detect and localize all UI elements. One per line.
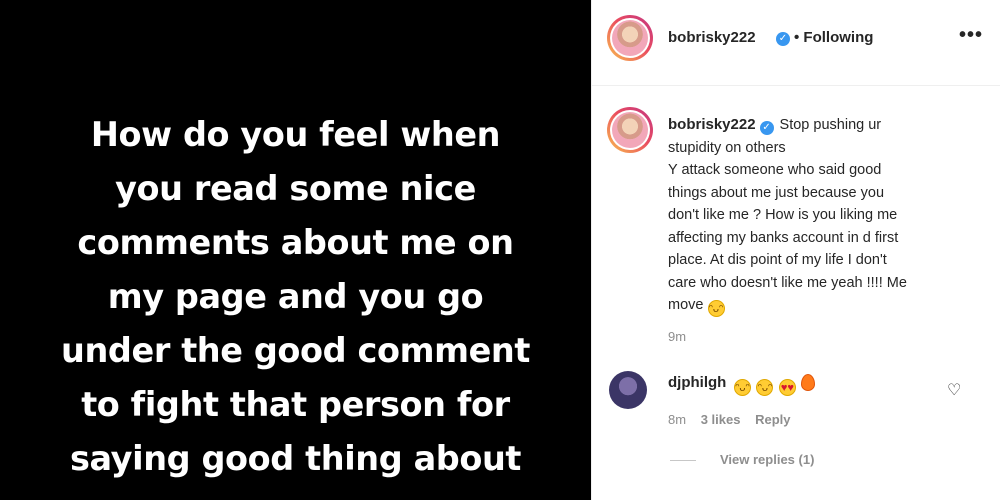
following-button[interactable]: • Following xyxy=(794,29,873,46)
comment-meta: 8m 3 likes Reply xyxy=(668,412,801,427)
avatar-photo xyxy=(612,20,648,56)
post-image-text-line: you read some nice xyxy=(115,169,476,208)
post-image-text-line: my page and you go xyxy=(107,277,484,316)
caption: bobrisky222 ✓ Stop pushing ur stupidity on… xyxy=(668,114,968,317)
comment-likes[interactable]: 3 likes xyxy=(701,412,741,427)
caption-text: place. At dis point of my life I don't xyxy=(668,252,887,268)
verified-badge-icon: ✓ xyxy=(759,121,774,135)
post-image-text: How do you feel when you read some nice … xyxy=(0,108,591,486)
laughing-emoji-icon: ᵔᴗᵔ xyxy=(756,379,774,396)
laughing-emoji-icon: ᵔᴗᵔ xyxy=(734,379,751,396)
more-options-icon[interactable]: ••• xyxy=(959,24,983,47)
post-image-text-line: comments about me on xyxy=(77,223,514,262)
caption-text: affecting my banks account in d first xyxy=(668,229,899,246)
post-image-text-line: saying good thing about xyxy=(69,439,522,478)
caption-text: stupidity on others xyxy=(668,139,786,156)
avatar-photo xyxy=(612,112,648,148)
comment-timestamp[interactable]: 8m xyxy=(668,412,686,427)
comment-username[interactable]: djphilgh xyxy=(668,374,726,391)
comment-avatar[interactable] xyxy=(609,371,647,409)
view-replies-button[interactable]: View replies (1) xyxy=(720,452,814,467)
comment-text: ᵔᴗᵔ ᵔᴗᵔ ♥♥ xyxy=(734,374,816,396)
laughing-emoji-icon: ᵔᴗᵔ xyxy=(707,300,725,317)
post-image[interactable]: How do you feel when you read some nice … xyxy=(0,0,591,500)
post-header: bobrisky222 ✓ • Following ••• xyxy=(592,0,1000,86)
caption-timestamp[interactable]: 9m xyxy=(668,329,686,344)
post-image-text-line: to fight that person for xyxy=(81,385,510,424)
reply-button[interactable]: Reply xyxy=(755,412,790,427)
heart-like-icon[interactable]: ♡ xyxy=(947,380,961,400)
heart-eyes-emoji-icon: ♥♥ xyxy=(778,379,796,396)
verified-badge-icon: ✓ xyxy=(776,32,790,46)
replies-divider xyxy=(670,460,696,461)
fire-emoji-icon xyxy=(801,374,816,391)
caption-text: Stop pushing ur xyxy=(779,117,882,133)
caption-text: Y attack someone who said good xyxy=(668,162,882,178)
caption-username[interactable]: bobrisky222 xyxy=(668,116,756,133)
post-side-panel: bobrisky222 ✓ • Following ••• bobrisky22… xyxy=(591,0,1000,500)
caption-text: move xyxy=(668,297,704,313)
caption-text: don't like me ? How is you liking me xyxy=(668,207,898,223)
header-avatar[interactable] xyxy=(607,15,653,61)
caption-text: things about me just because you xyxy=(668,184,885,201)
caption-avatar[interactable] xyxy=(607,107,653,153)
post-image-text-line: How do you feel when xyxy=(90,115,501,154)
caption-text: care who doesn't like me yeah !!!! Me xyxy=(668,274,907,291)
header-username[interactable]: bobrisky222 xyxy=(668,29,756,46)
post-image-text-line: under the good comment xyxy=(61,331,530,370)
